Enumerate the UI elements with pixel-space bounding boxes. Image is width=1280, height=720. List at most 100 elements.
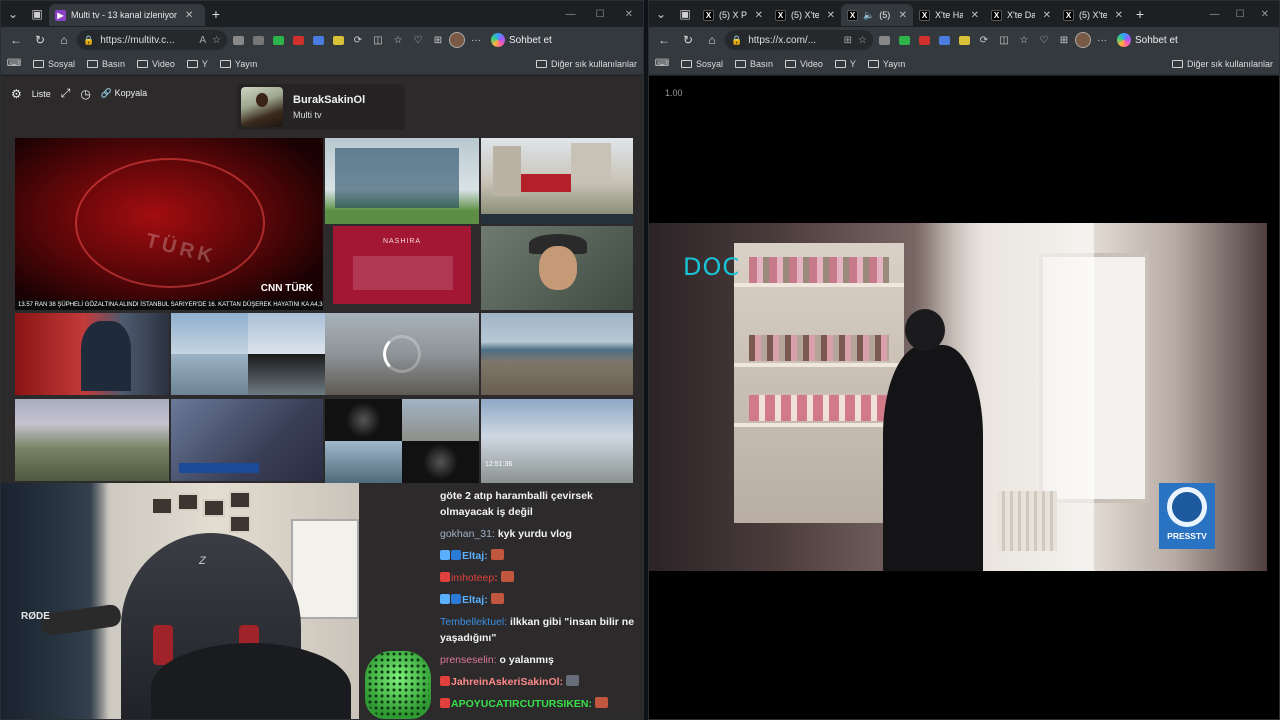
username[interactable]: imhoteep bbox=[451, 572, 494, 584]
close-tab-icon[interactable]: ✕ bbox=[755, 10, 763, 21]
back-icon[interactable]: ← bbox=[653, 29, 675, 51]
favorites-icon[interactable]: ☆ bbox=[389, 31, 407, 49]
home-icon[interactable]: ⌂ bbox=[53, 29, 75, 51]
username[interactable]: Eltaj bbox=[462, 594, 484, 606]
tab-x[interactable]: X (5) X'te ... ✕ bbox=[769, 4, 841, 26]
close-tab-icon[interactable]: ✕ bbox=[827, 10, 835, 21]
stream-tile-laptop[interactable] bbox=[171, 399, 323, 481]
tab-x-haber[interactable]: X X'te Habe ✕ bbox=[913, 4, 985, 26]
profile-avatar[interactable] bbox=[449, 32, 465, 48]
extension-icon[interactable] bbox=[289, 31, 307, 49]
bookmark-folder-basin[interactable]: Basın bbox=[87, 59, 125, 69]
translate-icon[interactable] bbox=[935, 31, 953, 49]
channel-card[interactable]: BurakSakinOl Multi tv bbox=[237, 84, 405, 130]
extension-icon[interactable] bbox=[229, 31, 247, 49]
tab-x-dark[interactable]: X X'te Dark ✕ bbox=[985, 4, 1057, 26]
read-aloud-icon[interactable]: A bbox=[199, 35, 206, 46]
extension-icon[interactable] bbox=[875, 31, 893, 49]
bookmark-folder-video[interactable]: Video bbox=[785, 59, 823, 69]
minimize-icon[interactable]: — bbox=[1210, 9, 1220, 20]
favorites-icon[interactable]: ☆ bbox=[1015, 31, 1033, 49]
video-frame[interactable]: DOC PRESSTV bbox=[649, 223, 1267, 571]
bookmark-folder-yayin[interactable]: Yayın bbox=[867, 59, 905, 69]
extension-icon[interactable] bbox=[915, 31, 933, 49]
list-button[interactable]: Liste bbox=[32, 89, 51, 99]
home-icon[interactable]: ⌂ bbox=[701, 29, 723, 51]
minimize-icon[interactable]: — bbox=[566, 9, 576, 20]
extensions-icon[interactable]: ⟳ bbox=[975, 31, 993, 49]
username[interactable]: gokhan_31 bbox=[440, 528, 492, 540]
bookmark-folder-y[interactable]: Y bbox=[186, 59, 208, 69]
username[interactable]: Tembellektuel bbox=[440, 616, 504, 628]
stream-tile-interview[interactable] bbox=[481, 226, 633, 310]
stream-tile-nashira-ad[interactable]: NASHIRA bbox=[333, 226, 471, 304]
other-favorites[interactable]: Diğer sık kullanılanlar bbox=[535, 59, 637, 69]
maximize-icon[interactable]: ☐ bbox=[1236, 9, 1245, 20]
bookmark-folder-y[interactable]: Y bbox=[834, 59, 856, 69]
close-tab-icon[interactable]: ✕ bbox=[1115, 10, 1123, 21]
extension-icon[interactable] bbox=[249, 31, 267, 49]
bookmark-folder-yayin[interactable]: Yayın bbox=[219, 59, 257, 69]
tab-multitv[interactable]: ▶ Multi tv - 13 kanal izleniyor ✕ bbox=[49, 4, 205, 26]
copilot-button[interactable]: Sohbet et bbox=[487, 33, 556, 47]
more-menu-icon[interactable]: ··· bbox=[467, 31, 485, 49]
tab-x-pro[interactable]: X (5) X Pro ✕ bbox=[697, 4, 769, 26]
favorite-star-icon[interactable]: ☆ bbox=[212, 35, 221, 46]
extensions-icon[interactable]: ⟳ bbox=[349, 31, 367, 49]
favorite-star-icon[interactable]: ☆ bbox=[858, 35, 867, 46]
fullscreen-icon[interactable]: ⤢ bbox=[61, 86, 71, 101]
close-window-icon[interactable]: ✕ bbox=[1261, 9, 1269, 20]
refresh-icon[interactable]: ↻ bbox=[29, 29, 51, 51]
stream-tile-city-view[interactable] bbox=[15, 399, 169, 481]
extension-icon[interactable] bbox=[329, 31, 347, 49]
close-tab-icon[interactable]: ✕ bbox=[185, 10, 193, 21]
collections-icon[interactable]: ⊞ bbox=[429, 31, 447, 49]
maximize-icon[interactable]: ☐ bbox=[596, 9, 605, 20]
more-menu-icon[interactable]: ··· bbox=[1093, 31, 1111, 49]
copilot-button[interactable]: Sohbet et bbox=[1113, 33, 1182, 47]
browser-essentials-icon[interactable]: ♡ bbox=[1035, 31, 1053, 49]
tab-x-active[interactable]: X 🔈 (5) X ✕ bbox=[841, 4, 913, 26]
other-favorites[interactable]: Diğer sık kullanılanlar bbox=[1171, 59, 1273, 69]
url-bar[interactable]: 🔒 https://x.com/... ⊞ ☆ bbox=[725, 30, 873, 50]
username[interactable]: Eltaj bbox=[462, 550, 484, 562]
username[interactable]: APOYUCATIRCUTURSIKEN bbox=[451, 698, 588, 710]
profile-avatar[interactable] bbox=[1075, 32, 1091, 48]
new-tab-button[interactable]: + bbox=[1129, 6, 1151, 22]
close-tab-icon[interactable]: ✕ bbox=[971, 10, 979, 21]
tab-search-icon[interactable]: ⌨ bbox=[7, 55, 21, 73]
settings-gear-icon[interactable]: ⚙ bbox=[11, 87, 22, 101]
timer-icon[interactable]: ◷ bbox=[80, 87, 90, 101]
split-screen-icon[interactable]: ◫ bbox=[369, 31, 387, 49]
stream-tile-sky[interactable]: 12:51:36 bbox=[481, 399, 633, 483]
stream-tile-news-anchor[interactable] bbox=[15, 313, 169, 395]
app-available-icon[interactable]: ⊞ bbox=[844, 35, 852, 46]
copy-button[interactable]: 🔗 Kopyala bbox=[101, 88, 147, 99]
stream-tile-city-loading[interactable] bbox=[325, 313, 479, 395]
url-bar[interactable]: 🔒 https://multitv.c... A ☆ bbox=[77, 30, 227, 50]
bookmark-folder-video[interactable]: Video bbox=[137, 59, 175, 69]
close-tab-icon[interactable]: ✕ bbox=[899, 10, 907, 21]
close-window-icon[interactable]: ✕ bbox=[625, 9, 633, 20]
bookmark-folder-basin[interactable]: Basın bbox=[735, 59, 773, 69]
stream-tile-sea-cams[interactable] bbox=[171, 313, 325, 395]
username[interactable]: prenseselin bbox=[440, 654, 494, 666]
stream-tile-cnn-turk[interactable]: TÜRK CNN TÜRK 13.57 RAN 38 ŞÜPHELİ GÖZAL… bbox=[15, 138, 323, 310]
extension-icon[interactable] bbox=[955, 31, 973, 49]
browser-essentials-icon[interactable]: ♡ bbox=[409, 31, 427, 49]
collections-icon[interactable]: ⊞ bbox=[1055, 31, 1073, 49]
tab-search-icon[interactable]: ⌨ bbox=[655, 55, 669, 73]
tab-x-k[interactable]: X (5) X'te K ✕ bbox=[1057, 4, 1129, 26]
close-tab-icon[interactable]: ✕ bbox=[1043, 10, 1051, 21]
workspaces-icon[interactable]: ▣ bbox=[673, 1, 697, 27]
workspaces-icon[interactable]: ▣ bbox=[25, 1, 49, 27]
back-icon[interactable]: ← bbox=[5, 29, 27, 51]
translate-icon[interactable] bbox=[309, 31, 327, 49]
bookmark-folder-sosyal[interactable]: Sosyal bbox=[33, 59, 75, 69]
extension-icon[interactable] bbox=[269, 31, 287, 49]
new-tab-button[interactable]: + bbox=[205, 6, 227, 22]
stream-tile-coast[interactable] bbox=[481, 313, 633, 395]
split-screen-icon[interactable]: ◫ bbox=[995, 31, 1013, 49]
bookmark-folder-sosyal[interactable]: Sosyal bbox=[681, 59, 723, 69]
stream-tile-space-cams[interactable] bbox=[325, 399, 479, 483]
